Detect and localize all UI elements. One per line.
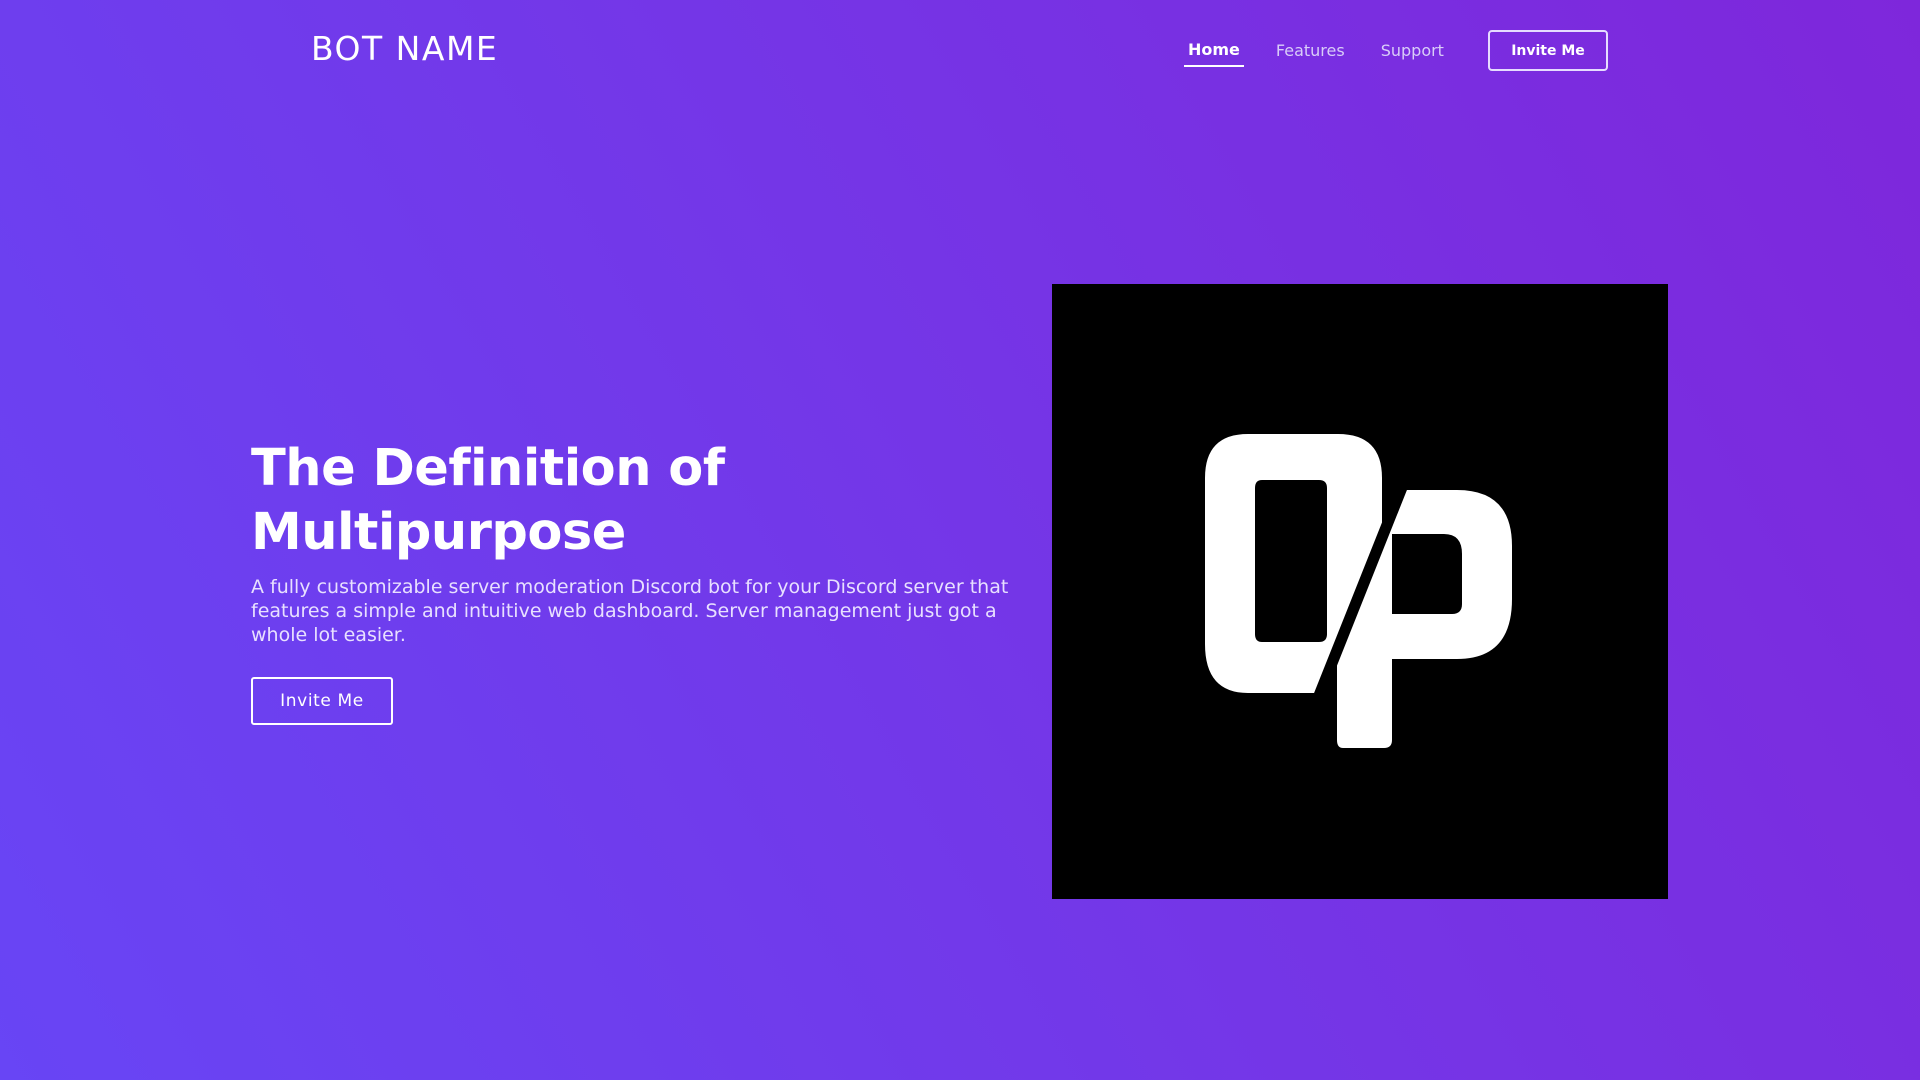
hero-title-line2: Multipurpose xyxy=(251,503,626,562)
brand-name[interactable]: BOT NAME xyxy=(311,29,498,68)
nav-links: Home Features Support xyxy=(1184,38,1448,67)
op-logo-icon xyxy=(1205,434,1512,748)
nav-invite-button[interactable]: Invite Me xyxy=(1488,30,1608,71)
nav-link-features[interactable]: Features xyxy=(1272,39,1349,66)
hero-title-line1: The Definition of xyxy=(251,439,725,498)
bot-logo xyxy=(1052,284,1668,899)
nav-link-support[interactable]: Support xyxy=(1377,39,1448,66)
hero-title: The Definition of Multipurpose xyxy=(251,437,771,565)
hero-invite-button[interactable]: Invite Me xyxy=(251,677,393,725)
hero-description: A fully customizable server moderation D… xyxy=(251,576,1009,646)
nav-link-home[interactable]: Home xyxy=(1184,38,1244,67)
